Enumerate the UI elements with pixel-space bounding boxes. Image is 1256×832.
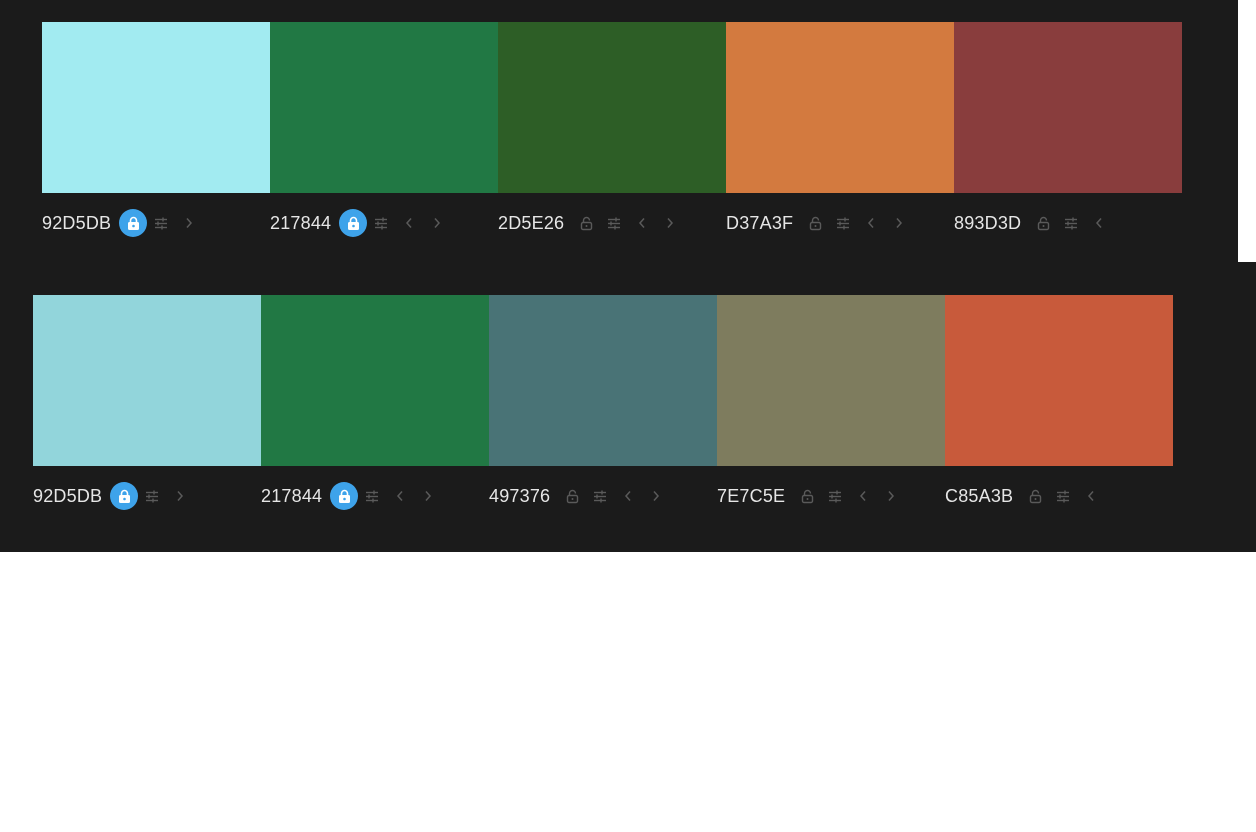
hex-value[interactable]: 7E7C5E bbox=[717, 486, 785, 507]
chevron-left-icon[interactable] bbox=[614, 482, 642, 510]
color-label: 92D5DB bbox=[33, 481, 261, 511]
sliders-icon[interactable] bbox=[367, 209, 395, 237]
swatch-row bbox=[42, 22, 1182, 193]
chevron-left-icon[interactable] bbox=[1085, 209, 1113, 237]
chevron-right-icon[interactable] bbox=[166, 482, 194, 510]
swatch-row bbox=[33, 295, 1173, 466]
color-swatch[interactable] bbox=[33, 295, 261, 466]
color-label: 2D5E26 bbox=[498, 208, 726, 238]
lock-icon[interactable] bbox=[339, 209, 368, 237]
color-swatch[interactable] bbox=[498, 22, 726, 193]
color-swatch[interactable] bbox=[489, 295, 717, 466]
hex-value[interactable]: 2D5E26 bbox=[498, 213, 564, 234]
lock-icon[interactable] bbox=[119, 209, 148, 237]
sliders-icon[interactable] bbox=[1057, 209, 1085, 237]
palette-0: 92D5DB 217844 2D5E26 D37A3F 893D3D bbox=[42, 22, 1182, 238]
chevron-right-icon[interactable] bbox=[656, 209, 684, 237]
color-label: 92D5DB bbox=[42, 208, 270, 238]
label-row: 92D5DB 217844 2D5E26 D37A3F 893D3D bbox=[42, 208, 1182, 238]
chevron-left-icon[interactable] bbox=[1077, 482, 1105, 510]
lock-icon[interactable] bbox=[801, 209, 829, 237]
chevron-right-icon[interactable] bbox=[414, 482, 442, 510]
color-swatch[interactable] bbox=[717, 295, 945, 466]
sliders-icon[interactable] bbox=[147, 209, 175, 237]
color-swatch[interactable] bbox=[954, 22, 1182, 193]
lock-icon[interactable] bbox=[1021, 482, 1049, 510]
chevron-right-icon[interactable] bbox=[877, 482, 905, 510]
lock-icon[interactable] bbox=[572, 209, 600, 237]
sliders-icon[interactable] bbox=[821, 482, 849, 510]
color-label: 217844 bbox=[270, 208, 498, 238]
chevron-right-icon[interactable] bbox=[885, 209, 913, 237]
chevron-left-icon[interactable] bbox=[386, 482, 414, 510]
color-label: C85A3B bbox=[945, 481, 1173, 511]
hex-value[interactable]: 217844 bbox=[261, 486, 322, 507]
sliders-icon[interactable] bbox=[586, 482, 614, 510]
palette-1: 92D5DB 217844 497376 7E7C5E C85A3B bbox=[33, 295, 1173, 511]
chevron-right-icon[interactable] bbox=[175, 209, 203, 237]
hex-value[interactable]: 217844 bbox=[270, 213, 331, 234]
color-label: 893D3D bbox=[954, 208, 1182, 238]
chevron-left-icon[interactable] bbox=[849, 482, 877, 510]
chevron-left-icon[interactable] bbox=[395, 209, 423, 237]
hex-value[interactable]: 92D5DB bbox=[42, 213, 111, 234]
hex-value[interactable]: 92D5DB bbox=[33, 486, 102, 507]
lock-icon[interactable] bbox=[793, 482, 821, 510]
label-row: 92D5DB 217844 497376 7E7C5E C85A3B bbox=[33, 481, 1173, 511]
chevron-left-icon[interactable] bbox=[857, 209, 885, 237]
color-swatch[interactable] bbox=[42, 22, 270, 193]
lock-icon[interactable] bbox=[110, 482, 139, 510]
lock-icon[interactable] bbox=[1029, 209, 1057, 237]
hex-value[interactable]: 497376 bbox=[489, 486, 550, 507]
palette-panel-top: 92D5DB 217844 2D5E26 D37A3F 893D3D bbox=[0, 0, 1238, 262]
chevron-right-icon[interactable] bbox=[642, 482, 670, 510]
sliders-icon[interactable] bbox=[138, 482, 166, 510]
sliders-icon[interactable] bbox=[829, 209, 857, 237]
sliders-icon[interactable] bbox=[1049, 482, 1077, 510]
sliders-icon[interactable] bbox=[600, 209, 628, 237]
color-swatch[interactable] bbox=[261, 295, 489, 466]
hex-value[interactable]: C85A3B bbox=[945, 486, 1013, 507]
lock-icon[interactable] bbox=[558, 482, 586, 510]
color-swatch[interactable] bbox=[945, 295, 1173, 466]
chevron-right-icon[interactable] bbox=[423, 209, 451, 237]
color-label: D37A3F bbox=[726, 208, 954, 238]
color-swatch[interactable] bbox=[726, 22, 954, 193]
color-label: 217844 bbox=[261, 481, 489, 511]
color-label: 497376 bbox=[489, 481, 717, 511]
hex-value[interactable]: D37A3F bbox=[726, 213, 793, 234]
color-label: 7E7C5E bbox=[717, 481, 945, 511]
sliders-icon[interactable] bbox=[358, 482, 386, 510]
lock-icon[interactable] bbox=[330, 482, 359, 510]
hex-value[interactable]: 893D3D bbox=[954, 213, 1021, 234]
color-swatch[interactable] bbox=[270, 22, 498, 193]
chevron-left-icon[interactable] bbox=[628, 209, 656, 237]
palette-panel-bottom: 92D5DB 217844 497376 7E7C5E C85A3B bbox=[0, 262, 1256, 552]
